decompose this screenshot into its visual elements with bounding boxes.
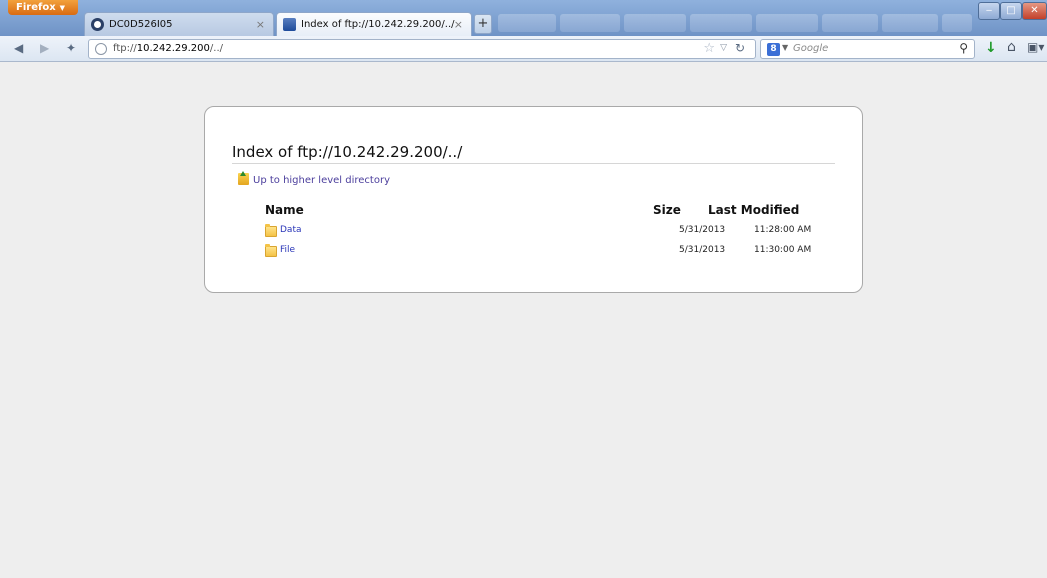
download-arrow-icon[interactable]: ↓ <box>985 40 997 56</box>
history-dropdown-icon[interactable]: ▽ <box>720 43 727 53</box>
chevron-down-icon: ▼ <box>59 4 66 12</box>
background-tab[interactable] <box>560 14 620 32</box>
entry-time: 11:30:00 AM <box>754 245 812 255</box>
identity-icon[interactable]: ✦ <box>66 41 76 55</box>
background-tab[interactable] <box>756 14 818 32</box>
tab-label: Index of ftp://10.242.29.200/../ <box>301 19 455 30</box>
column-header-name[interactable]: Name <box>265 203 304 217</box>
url-host: 10.242.29.200 <box>136 43 210 54</box>
entry-time: 11:28:00 AM <box>754 225 812 235</box>
directory-listing-card: Index of ftp://10.242.29.200/../ Up to h… <box>204 106 863 293</box>
column-header-last-modified[interactable]: Last Modified <box>708 203 799 217</box>
background-tab[interactable] <box>942 14 972 32</box>
bookmarks-menu-icon[interactable]: ▣▾ <box>1027 40 1044 54</box>
tab-ftp-index[interactable]: Index of ftp://10.242.29.200/../ × <box>276 12 472 36</box>
search-placeholder: Google <box>793 43 829 54</box>
page-content: Index of ftp://10.242.29.200/../ Up to h… <box>0 62 1047 578</box>
column-header-size[interactable]: Size <box>653 203 681 217</box>
url-prefix: ftp:// <box>113 43 137 54</box>
page-favicon-icon <box>283 18 296 31</box>
forward-arrow-icon[interactable]: ▶ <box>40 41 49 55</box>
url-bar[interactable]: ftp://10.242.29.200/../ ☆ ▽ ↻ <box>88 39 756 59</box>
url-text: ftp://10.242.29.200/../ <box>113 43 223 54</box>
up-directory-link[interactable]: Up to higher level directory <box>238 171 390 186</box>
globe-icon <box>95 43 107 55</box>
table-row: File 5/31/2013 11:30:00 AM <box>265 244 825 260</box>
firefox-menu-button[interactable]: Firefox ▼ <box>8 0 78 15</box>
bookmark-star-icon[interactable]: ☆ <box>703 41 715 56</box>
title-bar: Firefox ▼ DC0D526I05 × Index of ftp://10.… <box>0 0 1047 36</box>
entry-date: 5/31/2013 <box>679 225 726 235</box>
url-path: /../ <box>209 43 224 54</box>
table-row: Data 5/31/2013 11:28:00 AM <box>265 224 825 240</box>
tab-label: DC0D526I05 <box>109 19 173 30</box>
maximize-button[interactable]: □ <box>1000 2 1022 20</box>
firefox-menu-label: Firefox <box>16 2 56 13</box>
background-tab[interactable] <box>882 14 938 32</box>
entry-date: 5/31/2013 <box>679 245 726 255</box>
site-favicon-icon <box>91 18 104 31</box>
close-tab-icon[interactable]: × <box>256 13 265 36</box>
background-tab[interactable] <box>498 14 556 32</box>
minimize-button[interactable]: ‒ <box>978 2 1000 20</box>
engine-dropdown-icon[interactable]: ▼ <box>782 43 788 52</box>
home-icon[interactable]: ⌂ <box>1007 39 1016 55</box>
entry-name-link[interactable]: File <box>280 245 295 255</box>
entry-name-link[interactable]: Data <box>280 225 302 235</box>
back-arrow-icon[interactable]: ◀ <box>14 41 23 55</box>
search-icon[interactable]: ⚲ <box>959 41 968 55</box>
background-tab[interactable] <box>624 14 686 32</box>
new-tab-button[interactable]: + <box>474 14 492 34</box>
search-bar[interactable]: 8 ▼ Google ⚲ <box>760 39 975 59</box>
close-tab-icon[interactable]: × <box>454 13 463 36</box>
tab-dc0d526i05[interactable]: DC0D526I05 × <box>84 12 274 36</box>
navigation-bar: ◀ ▶ ✦ ftp://10.242.29.200/../ ☆ ▽ ↻ 8 ▼ … <box>0 36 1047 62</box>
background-tab[interactable] <box>690 14 752 32</box>
folder-icon <box>265 224 277 237</box>
up-directory-label: Up to higher level directory <box>253 175 391 186</box>
reload-icon[interactable]: ↻ <box>735 41 745 55</box>
close-window-button[interactable]: ✕ <box>1022 2 1047 20</box>
folder-icon <box>265 244 277 257</box>
folder-up-icon <box>238 171 249 185</box>
google-engine-icon[interactable]: 8 <box>767 43 780 56</box>
page-title: Index of ftp://10.242.29.200/../ <box>232 143 835 164</box>
background-tab[interactable] <box>822 14 878 32</box>
